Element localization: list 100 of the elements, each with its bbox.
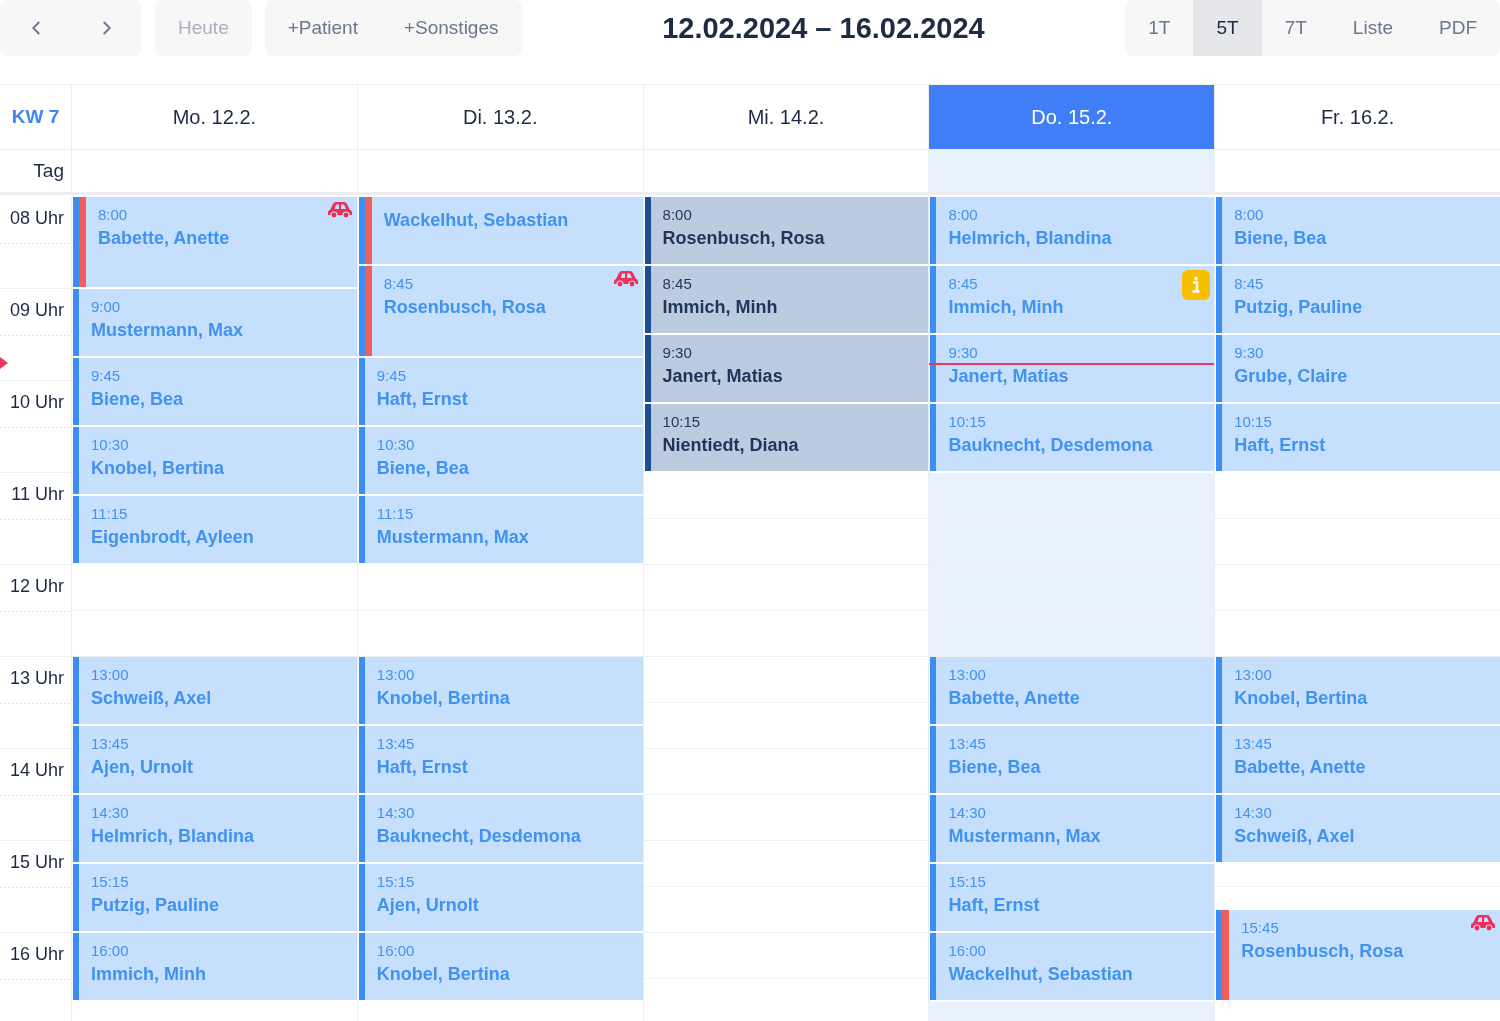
patient-name: Knobel, Bertina [1234,688,1368,709]
all-day-cell[interactable] [642,150,929,195]
appointment-time: 8:45 [662,275,692,292]
day-header[interactable]: Fr. 16.2. [1214,85,1500,150]
appointment[interactable]: 10:30 Knobel, Bertina [73,427,357,496]
appointment-time: 13:00 [376,666,415,683]
patient-name: Helmrich, Blandina [91,826,255,847]
appointment[interactable]: 13:45 Ajen, Urnolt [73,726,357,795]
today-button[interactable]: Heute [155,0,252,56]
patient-name: Immich, Minh [662,297,778,318]
appointment[interactable]: 9:30 Grube, Claire [1216,335,1500,404]
appointment[interactable]: 8:00 Babette, Anette [73,197,357,289]
appointment[interactable]: 14:30 Bauknecht, Desdemona [358,795,643,864]
appointment-time: 11:15 [91,505,128,522]
appointment-time: 9:45 [91,367,121,384]
view-tab[interactable]: 5T [1193,0,1262,56]
patient-name: Babette, Anette [98,228,230,249]
car-icon [326,201,353,219]
day-header[interactable]: Mi. 14.2. [642,85,929,150]
patient-name: Biene, Bea [948,757,1041,778]
appointment-time: 10:15 [948,413,986,430]
patient-name: Janert, Matias [662,366,783,387]
patient-name: Biene, Bea [91,389,184,410]
patient-name: Knobel, Bertina [376,688,510,709]
patient-name: Babette, Anette [1234,757,1366,778]
patient-name: Wackelhut, Sebastian [948,964,1133,985]
appointment[interactable]: 10:30 Biene, Bea [358,427,643,496]
appointment-time: 8:00 [662,206,692,223]
view-tab[interactable]: PDF [1416,0,1500,56]
add-other-button[interactable]: +Sonstiges [380,0,522,56]
appointment[interactable]: 8:45 Putzig, Pauline [1216,266,1500,335]
patient-name: Mustermann, Max [948,826,1101,847]
view-tab[interactable]: Liste [1329,0,1416,56]
patient-name: Immich, Minh [91,964,206,985]
appointment[interactable]: 9:45 Haft, Ernst [358,358,643,427]
appointment[interactable]: 14:30 Schweiß, Axel [1216,795,1500,864]
appointment[interactable]: Wackelhut, Sebastian [358,197,643,266]
appointment[interactable]: 9:30 Janert, Matias [930,335,1215,404]
appointment[interactable]: 13:45 Biene, Bea [930,726,1215,795]
appointment[interactable]: 10:15 Bauknecht, Desdemona [930,404,1215,473]
appointment-time: 15:45 [1241,919,1279,936]
appointment[interactable]: 14:30 Helmrich, Blandina [73,795,357,864]
appointment[interactable]: 11:15 Eigenbrodt, Ayleen [73,496,357,565]
appointment[interactable]: 9:00 Mustermann, Max [73,289,357,358]
all-day-cell[interactable] [1214,150,1500,195]
add-patient-button[interactable]: +Patient [264,0,381,56]
patient-name: Wackelhut, Sebastian [383,210,569,231]
patient-name: Rosenbusch, Rosa [383,297,546,318]
patient-name: Knobel, Bertina [91,458,224,479]
all-day-cell[interactable] [928,150,1215,195]
appointment[interactable]: 11:15 Mustermann, Max [358,496,643,565]
appointment[interactable]: 8:00 Biene, Bea [1216,197,1500,266]
info-icon[interactable] [1182,270,1211,300]
patient-name: Putzig, Pauline [91,895,219,916]
appointment[interactable]: 13:00 Knobel, Bertina [1216,657,1500,726]
appointment[interactable]: 9:45 Biene, Bea [73,358,357,427]
appointment[interactable]: 8:00 Helmrich, Blandina [930,197,1215,266]
view-tab[interactable]: 1T [1125,0,1194,56]
appointment-time: 15:15 [948,873,986,890]
appointment-time: 11:15 [376,505,414,522]
appointment[interactable]: 16:00 Knobel, Bertina [358,933,643,1002]
appointment-time: 13:00 [1234,666,1272,683]
patient-name: Schweiß, Axel [1234,826,1355,847]
appointment[interactable]: 14:30 Mustermann, Max [930,795,1215,864]
appointment[interactable]: 13:00 Schweiß, Axel [73,657,357,726]
day-header[interactable]: Di. 13.2. [356,85,643,150]
appointment[interactable]: 8:45 Immich, Minh [930,266,1215,335]
appointment-time: 14:30 [376,804,415,821]
appointment[interactable]: 13:45 Haft, Ernst [358,726,643,795]
appointment[interactable]: 15:45 Rosenbusch, Rosa [1216,910,1500,1002]
patient-name: Eigenbrodt, Ayleen [91,527,254,548]
appointment[interactable]: 10:15 Nientiedt, Diana [644,404,929,473]
appointment[interactable]: 15:15 Haft, Ernst [930,864,1215,933]
appointment[interactable]: 16:00 Wackelhut, Sebastian [930,933,1215,1002]
appointment-time: 8:00 [1234,206,1264,223]
appointment[interactable]: 16:00 Immich, Minh [73,933,357,1002]
appointment-time: 10:15 [1234,413,1272,430]
appointment-time: 9:00 [91,298,121,315]
appointment[interactable]: 15:15 Putzig, Pauline [73,864,357,933]
patient-name: Immich, Minh [948,297,1064,318]
appointment[interactable]: 15:15 Ajen, Urnolt [358,864,643,933]
patient-name: Schweiß, Axel [91,688,212,709]
appointment-time: 10:30 [91,436,129,453]
appointment[interactable]: 13:45 Babette, Anette [1216,726,1500,795]
date-range-title: 12.02.2024 – 16.02.2024 [661,11,986,45]
appointment[interactable]: 13:00 Babette, Anette [930,657,1215,726]
patient-name: Rosenbusch, Rosa [1241,941,1404,962]
appointment[interactable]: 13:00 Knobel, Bertina [358,657,643,726]
appointment-time: 9:30 [662,344,692,361]
appointment[interactable]: 8:45 Rosenbusch, Rosa [358,266,643,358]
view-tab[interactable]: 7T [1261,0,1330,56]
appointment[interactable]: 10:15 Haft, Ernst [1216,404,1500,473]
appointment[interactable]: 8:45 Immich, Minh [644,266,929,335]
appointment[interactable]: 8:00 Rosenbusch, Rosa [644,197,929,266]
day-header[interactable]: Do. 15.2. [928,85,1215,150]
appointment-time: 14:30 [91,804,129,821]
appointment[interactable]: 9:30 Janert, Matias [644,335,929,404]
day-header[interactable]: Mo. 12.2. [71,85,357,150]
appointment-time: 13:45 [91,735,129,752]
appointment-time: 9:30 [1234,344,1264,361]
